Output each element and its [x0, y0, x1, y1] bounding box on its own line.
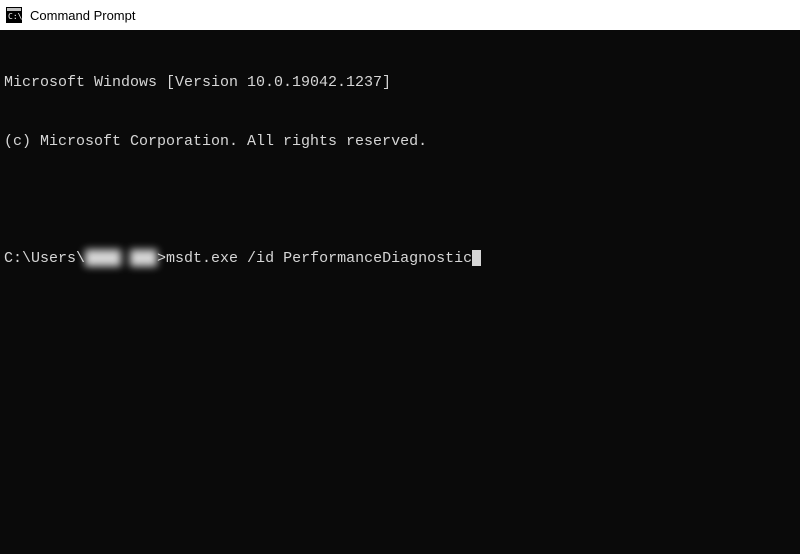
terminal-cursor — [472, 250, 481, 266]
prompt-suffix: > — [157, 249, 166, 269]
prompt-username-hidden: ████ ███ — [85, 249, 157, 269]
terminal-command: msdt.exe /id PerformanceDiagnostic — [166, 249, 472, 269]
terminal-line-version: Microsoft Windows [Version 10.0.19042.12… — [4, 73, 796, 93]
svg-text:C:\: C:\ — [8, 12, 22, 21]
window-title: Command Prompt — [30, 8, 135, 23]
terminal-area[interactable]: Microsoft Windows [Version 10.0.19042.12… — [0, 30, 800, 554]
cmd-icon: C:\ — [6, 7, 22, 23]
terminal-prompt-line: C:\Users\████ ███>msdt.exe /id Performan… — [4, 249, 796, 269]
terminal-blank-line — [4, 190, 796, 210]
terminal-line-copyright: (c) Microsoft Corporation. All rights re… — [4, 132, 796, 152]
titlebar[interactable]: C:\ Command Prompt — [0, 0, 800, 30]
prompt-prefix: C:\Users\ — [4, 249, 85, 269]
